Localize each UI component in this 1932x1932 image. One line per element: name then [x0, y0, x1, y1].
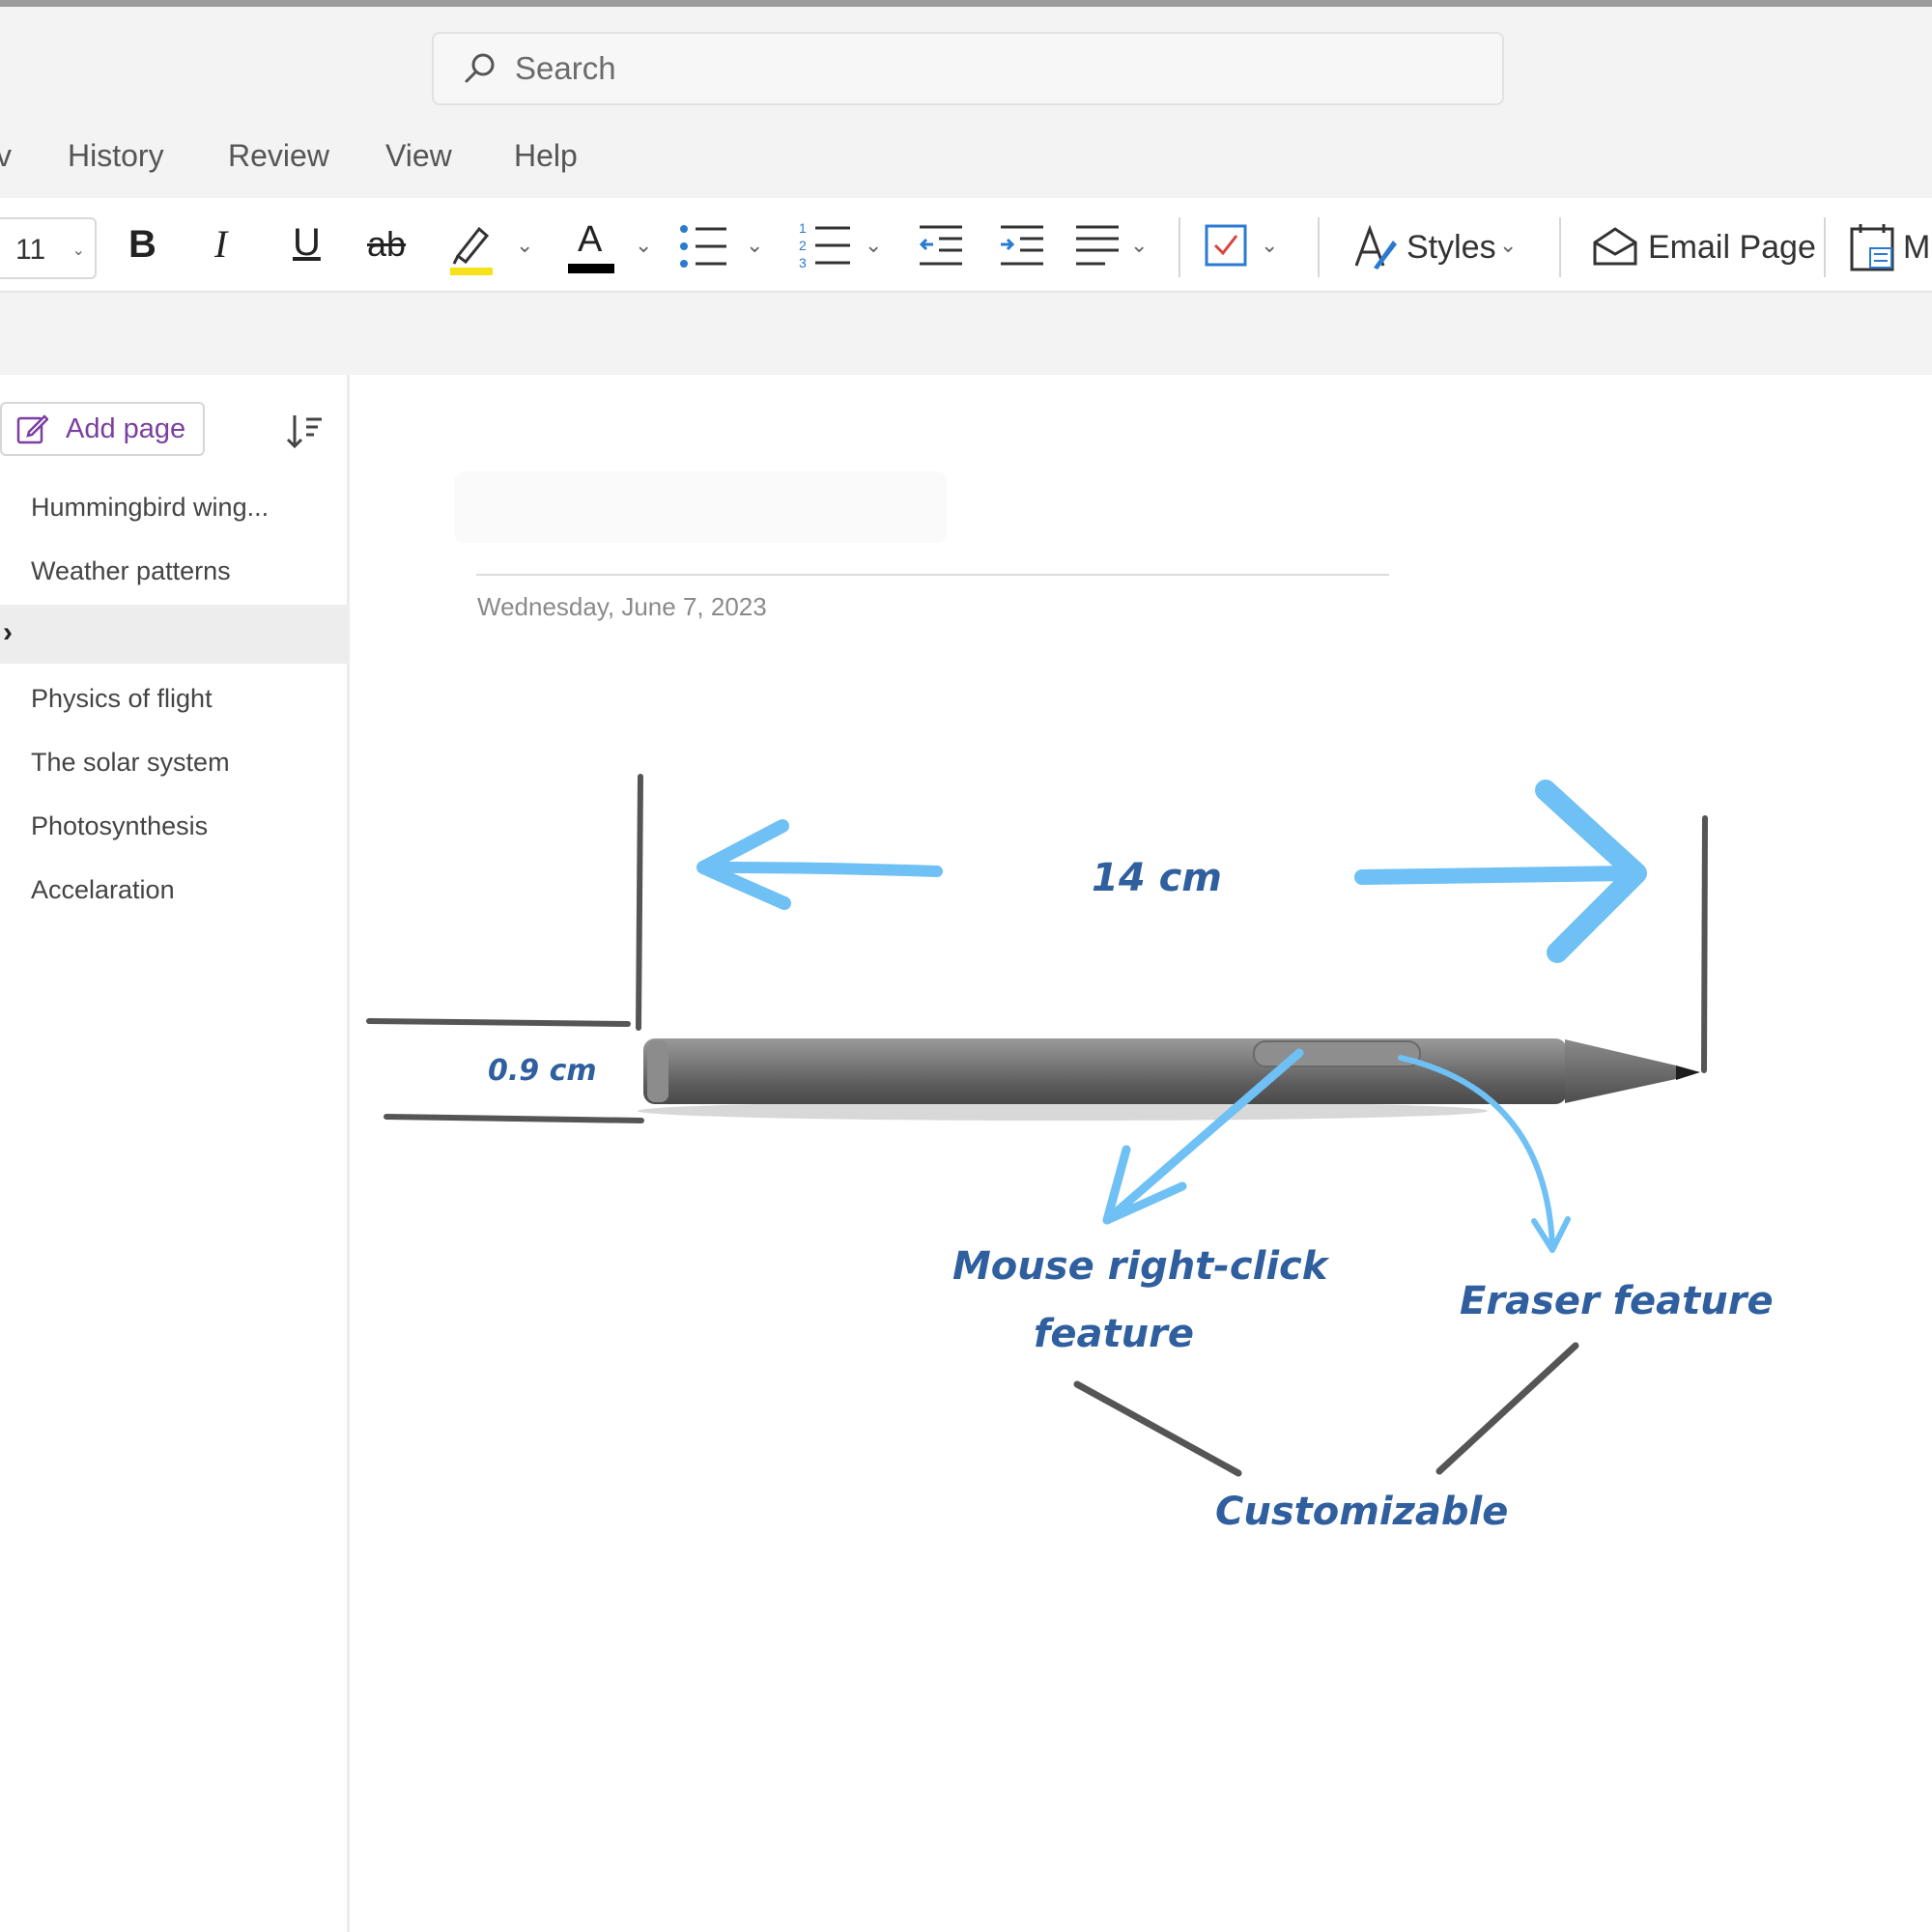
right-click-label-line2: feature — [1034, 1312, 1194, 1356]
length-label: 14 cm — [1092, 856, 1222, 900]
pen-image — [643, 1038, 1700, 1104]
eraser-label: Eraser feature — [1460, 1279, 1774, 1323]
onenote-window: Search v History Review View Help 11 ⌄ B… — [0, 0, 1932, 1932]
width-label: 0.9 cm — [488, 1054, 597, 1088]
customizable-label: Customizable — [1215, 1490, 1508, 1534]
ink-drawing: 14 cm 0.9 cm Mouse right-click feature E… — [366, 774, 1774, 1534]
right-click-label-line1: Mouse right-click — [952, 1244, 1330, 1289]
